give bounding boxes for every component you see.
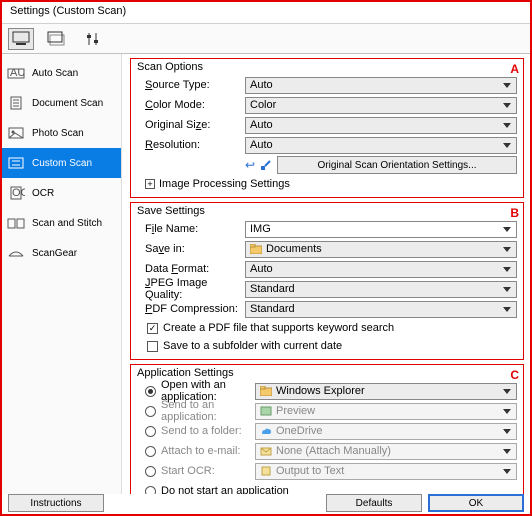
source-type-combo[interactable]: Auto	[245, 77, 517, 94]
send-to-app-radio[interactable]	[145, 406, 156, 417]
scan-options-title: Scan Options	[137, 61, 517, 73]
start-ocr-combo[interactable]: Output to Text	[255, 463, 517, 480]
sidebar-item-ocr[interactable]: OCR OCR	[2, 178, 121, 208]
sidebar-item-photo-scan[interactable]: Photo Scan	[2, 118, 121, 148]
ok-button[interactable]: OK	[428, 494, 524, 512]
original-size-label: Original Size:	[137, 119, 245, 131]
main-panel: A Scan Options Source Type: Auto Color M…	[122, 54, 530, 494]
window-frame: Settings (Custom Scan) AUTO Auto Scan Do…	[0, 0, 532, 516]
image-processing-expander[interactable]: + Image Processing Settings	[137, 175, 517, 193]
save-in-label: Save in:	[137, 243, 245, 255]
scangear-icon	[6, 244, 26, 262]
orientation-settings-button[interactable]: Original Scan Orientation Settings...	[277, 156, 517, 174]
data-format-combo[interactable]: Auto	[245, 261, 517, 278]
instructions-button[interactable]: Instructions	[8, 494, 104, 512]
open-with-app-combo[interactable]: Windows Explorer	[255, 383, 517, 400]
auto-scan-icon: AUTO	[6, 64, 26, 82]
sidebar-item-scangear[interactable]: ScanGear	[2, 238, 121, 268]
subfolder-date-label: Save to a subfolder with current date	[163, 340, 342, 352]
sidebar: AUTO Auto Scan Document Scan Photo Scan …	[2, 54, 122, 494]
preview-icon	[260, 405, 272, 417]
no-app-radio[interactable]	[145, 486, 156, 495]
scan-from-computer-tab[interactable]	[8, 28, 34, 50]
attach-email-combo[interactable]: None (Attach Manually)	[255, 443, 517, 460]
save-in-combo[interactable]: Documents	[245, 241, 517, 258]
pdf-compression-label: PDF Compression:	[137, 303, 245, 315]
source-type-label: Source Type:	[137, 79, 245, 91]
send-to-app-label: Send to an application:	[161, 399, 255, 423]
send-to-folder-combo[interactable]: OneDrive	[255, 423, 517, 440]
custom-scan-icon	[6, 154, 26, 172]
no-app-label: Do not start an application	[161, 485, 289, 494]
keyword-search-checkbox[interactable]: ✓	[147, 323, 158, 334]
resolution-label: Resolution:	[137, 139, 245, 151]
attach-email-radio[interactable]	[145, 446, 156, 457]
ocr-icon: OCR	[6, 184, 26, 202]
sidebar-label: Document Scan	[32, 98, 103, 109]
send-to-folder-radio[interactable]	[145, 426, 156, 437]
sidebar-label: Auto Scan	[32, 68, 78, 79]
group-letter-c: C	[510, 368, 519, 382]
attach-email-label: Attach to e-mail:	[161, 445, 240, 457]
sidebar-item-custom-scan[interactable]: Custom Scan	[2, 148, 121, 178]
sidebar-label: Scan and Stitch	[32, 218, 102, 229]
color-mode-combo[interactable]: Color	[245, 97, 517, 114]
onedrive-icon	[260, 425, 272, 437]
file-name-combo[interactable]: IMG	[245, 221, 517, 238]
start-ocr-label: Start OCR:	[161, 465, 215, 477]
application-settings-title: Application Settings	[137, 367, 517, 379]
text-output-icon	[260, 465, 272, 477]
start-ocr-radio[interactable]	[145, 466, 156, 477]
subfolder-date-checkbox[interactable]	[147, 341, 158, 352]
sidebar-label: ScanGear	[32, 248, 77, 259]
jpeg-quality-label: JPEG Image Quality:	[137, 277, 245, 301]
general-settings-tab[interactable]	[80, 28, 106, 50]
stitch-icon	[6, 214, 26, 232]
footer-bar: Instructions Defaults OK	[8, 494, 524, 512]
keyword-search-label: Create a PDF file that supports keyword …	[163, 322, 394, 334]
file-name-label: File Name:	[137, 223, 245, 235]
group-letter-b: B	[510, 206, 519, 220]
plus-icon: +	[145, 179, 155, 189]
group-letter-a: A	[510, 62, 519, 76]
svg-text:AUTO: AUTO	[10, 67, 25, 79]
scan-options-group: A Scan Options Source Type: Auto Color M…	[130, 58, 524, 198]
folder-icon	[250, 243, 262, 255]
scan-from-panel-tab[interactable]	[44, 28, 70, 50]
save-settings-group: B Save Settings File Name: IMG Save in: …	[130, 202, 524, 360]
sidebar-label: OCR	[32, 188, 54, 199]
pdf-compression-combo[interactable]: Standard	[245, 301, 517, 318]
window-title: Settings (Custom Scan)	[2, 2, 530, 24]
open-with-app-radio[interactable]	[145, 386, 156, 397]
edit-icon[interactable]	[259, 158, 273, 172]
color-mode-label: Color Mode:	[137, 99, 245, 111]
send-to-app-combo[interactable]: Preview	[255, 403, 517, 420]
send-to-folder-label: Send to a folder:	[161, 425, 242, 437]
photo-icon	[6, 124, 26, 142]
data-format-label: Data Format:	[137, 263, 245, 275]
defaults-button[interactable]: Defaults	[326, 494, 422, 512]
jpeg-quality-combo[interactable]: Standard	[245, 281, 517, 298]
sidebar-label: Photo Scan	[32, 128, 84, 139]
explorer-icon	[260, 385, 272, 397]
original-size-combo[interactable]: Auto	[245, 117, 517, 134]
resolution-combo[interactable]: Auto	[245, 137, 517, 154]
mode-toolbar	[2, 24, 530, 54]
envelope-icon	[260, 445, 272, 457]
sidebar-label: Custom Scan	[32, 158, 92, 169]
content-area: AUTO Auto Scan Document Scan Photo Scan …	[2, 54, 530, 494]
sidebar-item-document-scan[interactable]: Document Scan	[2, 88, 121, 118]
document-icon	[6, 94, 26, 112]
sidebar-item-scan-stitch[interactable]: Scan and Stitch	[2, 208, 121, 238]
svg-text:OCR: OCR	[12, 187, 25, 199]
sidebar-item-auto-scan[interactable]: AUTO Auto Scan	[2, 58, 121, 88]
reset-arrow-icon[interactable]: ↩	[245, 158, 255, 172]
save-settings-title: Save Settings	[137, 205, 517, 217]
application-settings-group: C Application Settings Open with an appl…	[130, 364, 524, 494]
